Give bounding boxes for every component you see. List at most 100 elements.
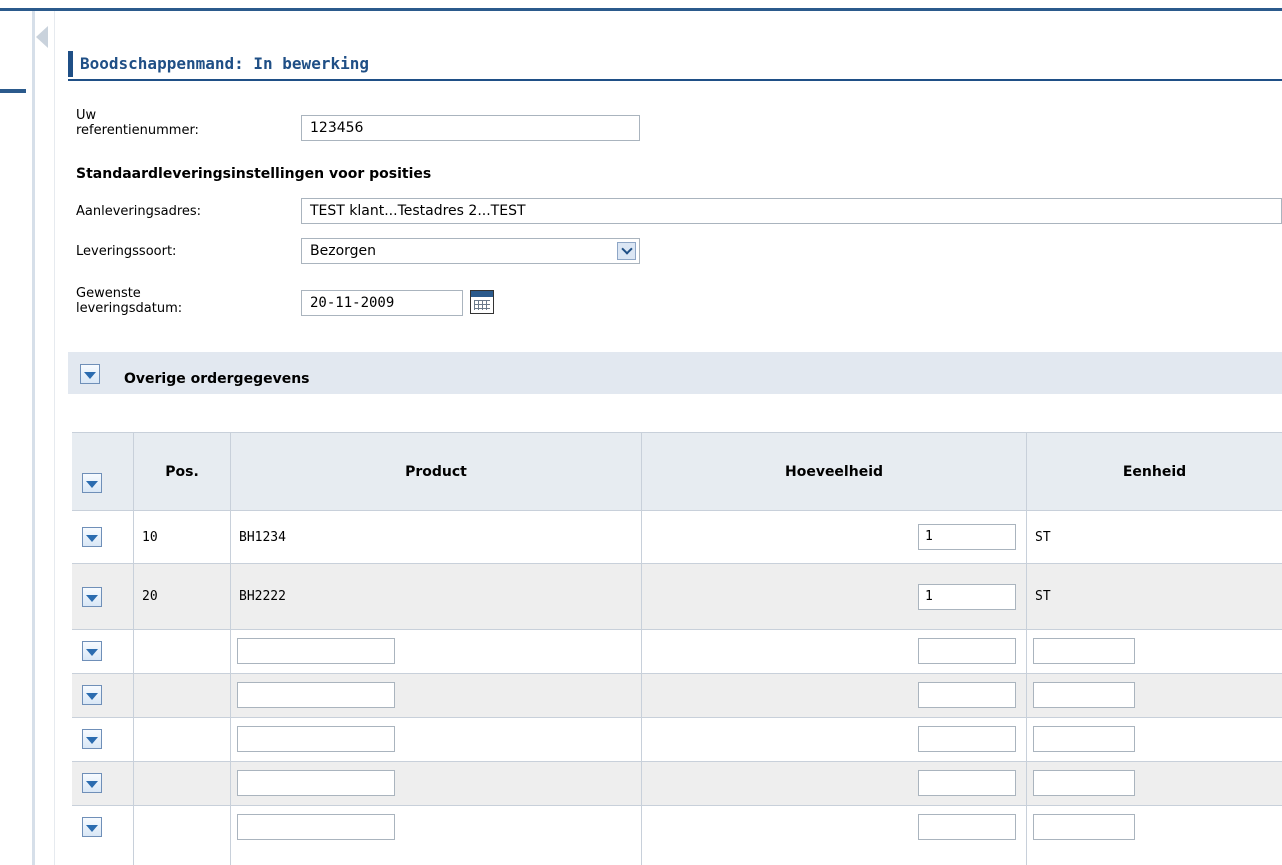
row-quantity-cell: 1 xyxy=(641,511,1026,563)
row-pos: 20 xyxy=(133,564,230,629)
page-title-bar: Boodschappenmand: In bewerking xyxy=(68,51,1282,81)
quantity-input[interactable] xyxy=(918,682,1016,708)
row-pos xyxy=(133,630,230,673)
table-row: 10 BH1234 1 ST xyxy=(72,510,1282,563)
left-strip-accent xyxy=(0,89,26,93)
left-strip-divider xyxy=(32,11,35,865)
product-input[interactable] xyxy=(237,638,395,664)
triangle-down-icon xyxy=(86,480,98,488)
row-menu-button[interactable] xyxy=(82,773,102,793)
row-quantity-cell: 1 xyxy=(641,564,1026,629)
row-quantity-cell xyxy=(641,806,1026,865)
expand-other-order-data-button[interactable] xyxy=(80,364,100,384)
triangle-down-icon xyxy=(86,594,98,602)
select-all-menu-button[interactable] xyxy=(82,473,102,493)
quantity-input[interactable] xyxy=(918,726,1016,752)
unit-input[interactable] xyxy=(1033,638,1135,664)
row-menu-button[interactable] xyxy=(82,527,102,547)
triangle-down-icon xyxy=(86,736,98,744)
calendar-icon[interactable] xyxy=(470,290,494,314)
row-pos xyxy=(133,718,230,761)
row-product-cell xyxy=(230,718,641,761)
collapse-left-icon[interactable] xyxy=(36,26,48,48)
row-menu-button[interactable] xyxy=(82,641,102,661)
product-input[interactable] xyxy=(237,726,395,752)
row-unit-cell xyxy=(1026,718,1282,761)
title-rule xyxy=(68,79,1282,81)
delivery-date-label-line2: leveringsdatum: xyxy=(76,301,183,316)
row-product: BH1234 xyxy=(230,511,641,563)
row-product: BH2222 xyxy=(230,564,641,629)
delivery-date-label: Gewenste leveringsdatum: xyxy=(76,286,182,316)
unit-input[interactable] xyxy=(1033,770,1135,796)
column-header-unit[interactable]: Eenheid xyxy=(1026,433,1282,511)
row-pos xyxy=(133,806,230,865)
title-accent xyxy=(68,51,73,77)
row-unit-cell xyxy=(1026,630,1282,673)
delivery-defaults-heading: Standaardleveringsinstellingen voor posi… xyxy=(76,166,432,182)
row-quantity-cell xyxy=(641,762,1026,805)
row-unit: ST xyxy=(1026,564,1282,629)
row-menu-button[interactable] xyxy=(82,685,102,705)
row-quantity-cell xyxy=(641,718,1026,761)
table-row xyxy=(72,761,1282,805)
triangle-down-icon xyxy=(86,780,98,788)
content-divider xyxy=(54,11,55,865)
reference-label-line1: Uw xyxy=(76,108,97,123)
column-header-product[interactable]: Product xyxy=(230,433,641,511)
column-header-quantity[interactable]: Hoeveelheid xyxy=(641,433,1026,511)
table-row xyxy=(72,629,1282,673)
table-header: Pos. Product Hoeveelheid Eenheid xyxy=(72,432,1282,511)
row-pos: 10 xyxy=(133,511,230,563)
row-menu-button[interactable] xyxy=(82,729,102,749)
unit-input[interactable] xyxy=(1033,726,1135,752)
triangle-down-icon xyxy=(84,371,96,379)
quantity-input[interactable]: 1 xyxy=(918,584,1016,610)
left-navigation-strip xyxy=(0,11,35,865)
product-input[interactable] xyxy=(237,770,395,796)
product-input[interactable] xyxy=(237,814,395,840)
address-input[interactable]: TEST klant...Testadres 2...TEST xyxy=(301,198,1282,224)
delivery-date-label-line1: Gewenste xyxy=(76,286,141,301)
reference-label-line2: referentienummer: xyxy=(76,123,199,138)
other-order-data-bar: Overige ordergegevens xyxy=(68,352,1282,394)
delivery-type-label: Leveringssoort: xyxy=(76,244,177,259)
table-row: 20 BH2222 1 ST xyxy=(72,563,1282,629)
quantity-input[interactable] xyxy=(918,770,1016,796)
row-product-cell xyxy=(230,762,641,805)
quantity-input[interactable] xyxy=(918,638,1016,664)
row-product-cell xyxy=(230,674,641,717)
unit-input[interactable] xyxy=(1033,682,1135,708)
row-menu-button[interactable] xyxy=(82,817,102,837)
row-pos xyxy=(133,674,230,717)
table-row xyxy=(72,717,1282,761)
table-row xyxy=(72,805,1282,865)
row-pos xyxy=(133,762,230,805)
row-unit-cell xyxy=(1026,806,1282,865)
chevron-down-icon[interactable] xyxy=(617,242,636,260)
row-quantity-cell xyxy=(641,630,1026,673)
row-product-cell xyxy=(230,806,641,865)
product-input[interactable] xyxy=(237,682,395,708)
unit-input[interactable] xyxy=(1033,814,1135,840)
triangle-down-icon xyxy=(86,692,98,700)
triangle-down-icon xyxy=(86,534,98,542)
other-order-data-label: Overige ordergegevens xyxy=(124,371,310,387)
row-unit-cell xyxy=(1026,762,1282,805)
row-unit-cell xyxy=(1026,674,1282,717)
quantity-input[interactable] xyxy=(918,814,1016,840)
triangle-down-icon xyxy=(86,824,98,832)
address-label: Aanleveringsadres: xyxy=(76,204,202,219)
delivery-date-input[interactable]: 20-11-2009 xyxy=(301,290,463,316)
column-header-pos[interactable]: Pos. xyxy=(133,433,230,511)
row-unit: ST xyxy=(1026,511,1282,563)
reference-label: Uw referentienummer: xyxy=(76,108,199,138)
top-rule xyxy=(0,8,1282,11)
table-row xyxy=(72,673,1282,717)
row-quantity-cell xyxy=(641,674,1026,717)
reference-input[interactable]: 123456 xyxy=(301,115,640,141)
delivery-type-select[interactable]: Bezorgen xyxy=(301,238,640,264)
delivery-type-value: Bezorgen xyxy=(310,243,377,259)
row-menu-button[interactable] xyxy=(82,587,102,607)
quantity-input[interactable]: 1 xyxy=(918,524,1016,550)
